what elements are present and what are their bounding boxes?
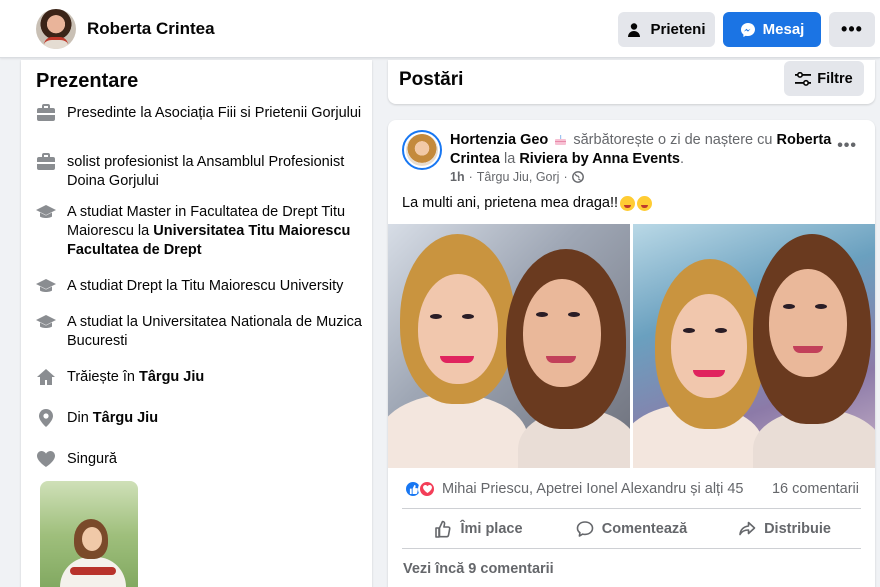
intro-item-relationship: Singură <box>35 450 365 470</box>
intro-item-education-1: A studiat Master in Facultatea de Drept … <box>35 203 365 260</box>
intro-title: Prezentare <box>36 70 139 92</box>
share-arrow-icon <box>739 521 756 536</box>
graduation-cap-icon <box>35 275 57 297</box>
intro-item-from: Din Târgu Jiu <box>35 409 365 429</box>
featured-photo[interactable] <box>40 481 138 587</box>
lives-in-link[interactable]: Târgu Jiu <box>139 369 204 385</box>
post-photo-2[interactable] <box>633 224 875 468</box>
blowing-kiss-emoji-icon <box>637 195 653 211</box>
message-button[interactable]: Mesaj <box>723 12 821 47</box>
heart-icon <box>35 448 57 470</box>
messenger-icon <box>740 22 755 37</box>
friends-button-label: Prieteni <box>650 21 706 38</box>
post-body-text: La multi ani, prietena mea draga!! <box>402 195 653 211</box>
briefcase-icon <box>35 102 57 124</box>
graduation-cap-icon <box>35 201 57 223</box>
comment-bubble-icon <box>576 521 594 537</box>
intro-item-lives-in: Trăiește în Târgu Jiu <box>35 368 365 388</box>
post-photo-1[interactable] <box>388 224 630 468</box>
comment-button[interactable]: Comentează <box>555 514 708 544</box>
intro-item-text: solist profesionist la Ansamblul Profesi… <box>67 154 345 189</box>
profile-top-bar: Roberta Crintea Prieteni Mesaj ••• <box>0 0 880 58</box>
reactions-names: Mihai Priescu, Apetrei Ionel Alexandru ș… <box>442 481 744 497</box>
view-more-comments-link[interactable]: Vezi încă 9 comentarii <box>403 561 554 577</box>
posts-header: Postări Filtre <box>388 60 875 104</box>
intro-item-text: A studiat Drept la Titu Maiorescu Univer… <box>67 278 344 294</box>
post-time-link[interactable]: 1h <box>450 170 465 184</box>
post-location: Târgu Jiu, Gorj <box>476 170 560 184</box>
post-action-text: sărbătorește o zi de naștere cu <box>573 132 773 148</box>
intro-item-text: Presedinte la Asociația Fiii si Prieteni… <box>67 105 362 121</box>
meta-separator: · <box>468 170 473 184</box>
filters-button[interactable]: Filtre <box>784 61 864 96</box>
location-pin-icon <box>35 407 57 429</box>
intro-card: Prezentare Presedinte la Asociația Fiii … <box>21 60 372 587</box>
kiss-emoji-icon <box>620 195 636 211</box>
message-button-label: Mesaj <box>762 21 805 38</box>
like-button-label: Îmi place <box>460 521 523 537</box>
more-options-button[interactable]: ••• <box>829 12 875 47</box>
share-button[interactable]: Distribuie <box>708 514 861 544</box>
comment-button-label: Comentează <box>601 521 688 537</box>
sliders-icon <box>795 71 812 86</box>
posts-title: Postări <box>399 69 464 90</box>
intro-item-text: Trăiește în Târgu Jiu <box>67 369 205 385</box>
meta-separator: · <box>563 170 568 184</box>
intro-item-text: Singură <box>67 451 117 467</box>
love-reaction-icon <box>418 480 436 498</box>
post-card: Hortenzia Geo sărbătorește o zi de naște… <box>388 120 875 587</box>
place-link[interactable]: Riviera by Anna Events <box>519 151 680 167</box>
post-message: La multi ani, prietena mea draga!! <box>402 195 619 211</box>
intro-item-work-2: solist profesionist la Ansamblul Profesi… <box>35 153 365 191</box>
birthday-cake-icon <box>555 135 567 145</box>
intro-item-text: Din Târgu Jiu <box>67 410 159 426</box>
divider <box>402 548 861 549</box>
profile-name[interactable]: Roberta Crintea <box>87 19 215 39</box>
reactions-summary[interactable]: Mihai Priescu, Apetrei Ionel Alexandru ș… <box>404 480 743 498</box>
like-button[interactable]: Îmi place <box>402 514 555 544</box>
post-at-word: la <box>504 151 516 167</box>
intro-item-education-3: A studiat la Universitatea Nationala de … <box>35 313 365 351</box>
friends-button[interactable]: Prieteni <box>618 12 715 47</box>
post-meta: 1h · Târgu Jiu, Gorj · <box>450 170 584 184</box>
post-photos <box>388 224 875 468</box>
post-options-button[interactable]: ••• <box>837 137 857 155</box>
briefcase-icon <box>35 151 57 173</box>
post-author-avatar[interactable] <box>402 130 442 170</box>
globe-icon <box>571 171 584 183</box>
post-author-link[interactable]: Hortenzia Geo <box>450 132 548 148</box>
intro-item-education-2: A studiat Drept la Titu Maiorescu Univer… <box>35 277 365 297</box>
post-header-text: Hortenzia Geo sărbătorește o zi de naște… <box>450 132 832 167</box>
more-options-label: ••• <box>841 19 863 39</box>
divider <box>402 508 861 509</box>
intro-item-work-1: Presedinte la Asociația Fiii si Prieteni… <box>35 104 365 124</box>
share-button-label: Distribuie <box>764 521 831 537</box>
graduation-cap-icon <box>35 311 57 333</box>
intro-item-text: A studiat la Universitatea Nationala de … <box>67 314 362 349</box>
person-check-icon <box>628 22 641 37</box>
post-actions: Îmi place Comentează Distribuie <box>402 514 861 544</box>
home-icon <box>35 366 57 388</box>
profile-avatar[interactable] <box>36 9 76 49</box>
thumbs-up-icon <box>435 520 451 538</box>
intro-item-text: A studiat Master in Facultatea de Drept … <box>67 204 351 258</box>
hometown-link[interactable]: Târgu Jiu <box>93 410 158 426</box>
comments-count-link[interactable]: 16 comentarii <box>772 481 859 497</box>
filters-button-label: Filtre <box>817 70 853 87</box>
